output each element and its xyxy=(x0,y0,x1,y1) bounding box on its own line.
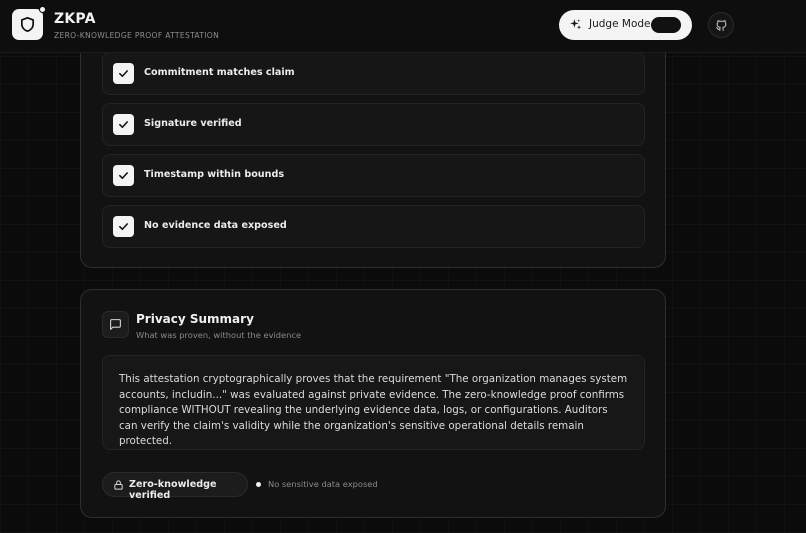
check-icon xyxy=(119,172,128,180)
sparkle-icon xyxy=(570,19,582,30)
lock-icon xyxy=(114,480,123,490)
check-box xyxy=(113,165,134,186)
judge-mode-toggle[interactable] xyxy=(651,17,681,33)
privacy-icon-box xyxy=(102,311,129,338)
check-box xyxy=(113,63,134,84)
check-label: Commitment matches claim xyxy=(144,67,295,78)
privacy-summary-subtitle: What was proven, without the evidence xyxy=(136,330,302,340)
zero-knowledge-label: Zero-knowledge verified xyxy=(129,479,217,501)
status-text: No sensitive data exposed xyxy=(268,479,378,489)
brand-title: ZKPA xyxy=(54,11,96,27)
verification-checks-card: Commitment matches claim Signature verif… xyxy=(80,30,666,268)
status-dot xyxy=(256,482,261,487)
privacy-summary-title: Privacy Summary xyxy=(136,312,254,326)
check-box xyxy=(113,216,134,237)
github-icon xyxy=(715,19,726,31)
judge-mode-button[interactable]: Judge Mode xyxy=(559,10,692,40)
check-label: No evidence data exposed xyxy=(144,220,287,231)
check-label: Timestamp within bounds xyxy=(144,169,285,180)
toggle-knob xyxy=(667,19,679,31)
check-row-timestamp: Timestamp within bounds xyxy=(102,154,645,197)
check-row-commitment: Commitment matches claim xyxy=(102,52,645,95)
app-header: ZKPA ZERO-KNOWLEDGE PROOF ATTESTATION Ju… xyxy=(0,0,806,53)
check-label: Signature verified xyxy=(144,118,242,129)
brand-subtitle: ZERO-KNOWLEDGE PROOF ATTESTATION xyxy=(54,31,220,40)
check-icon xyxy=(119,121,128,129)
check-row-signature: Signature verified xyxy=(102,103,645,146)
notification-dot xyxy=(39,6,46,13)
check-box xyxy=(113,114,134,135)
check-icon xyxy=(119,223,128,231)
app-logo[interactable] xyxy=(12,6,46,40)
check-icon xyxy=(119,70,128,78)
github-button[interactable] xyxy=(708,12,734,38)
judge-mode-label: Judge Mode xyxy=(589,18,651,30)
zero-knowledge-badge: Zero-knowledge verified xyxy=(102,472,248,501)
shield-icon xyxy=(20,16,35,33)
privacy-summary-card: Privacy Summary What was proven, without… xyxy=(80,289,666,518)
message-square-icon xyxy=(110,319,121,330)
privacy-summary-text: This attestation cryptographically prove… xyxy=(119,373,628,447)
check-row-evidence: No evidence data exposed xyxy=(102,205,645,248)
privacy-summary-body: This attestation cryptographically prove… xyxy=(102,355,645,450)
